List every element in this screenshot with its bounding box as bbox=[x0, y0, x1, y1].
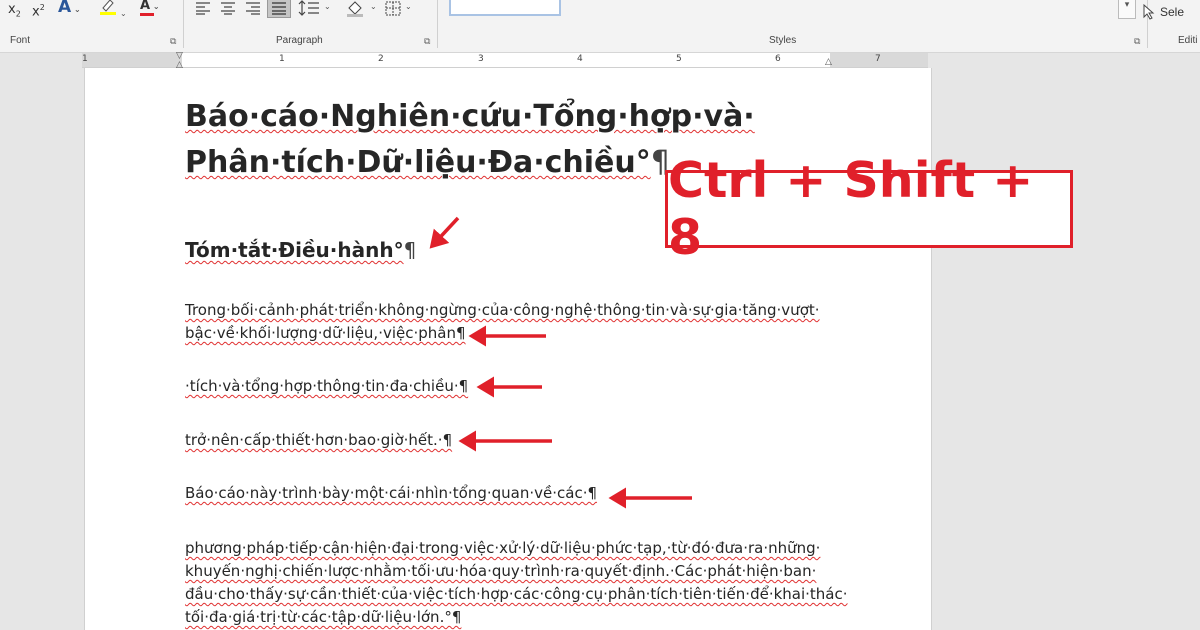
ruler-number: 5 bbox=[676, 54, 682, 64]
ruler-number: 3 bbox=[478, 54, 484, 64]
pilcrow-mark: ¶ bbox=[403, 238, 417, 262]
line-spacing-icon[interactable] bbox=[298, 0, 322, 16]
editing-group-label: Editi bbox=[1178, 35, 1198, 46]
font-dialog-launcher-icon[interactable]: ⧉ bbox=[170, 37, 176, 47]
styles-more-button[interactable]: ▾ bbox=[1118, 0, 1136, 19]
paragraph-3[interactable]: trở·nên·cấp·thiết·hơn·bao·giờ·hết.·¶ bbox=[185, 429, 835, 452]
shortcut-text: Ctrl + Shift + 8 bbox=[668, 152, 1034, 266]
superscript-button[interactable]: x2 bbox=[32, 0, 45, 20]
font-color-icon[interactable]: A ⌄ bbox=[140, 0, 160, 16]
align-center-icon[interactable] bbox=[220, 1, 236, 15]
paragraph-2[interactable]: ·tích·và·tổng·hợp·thông·tin·đa·chiều·¶ bbox=[185, 375, 835, 398]
heading-text: Tóm·tắt·Điều·hành° bbox=[185, 238, 404, 262]
heading-executive-summary[interactable]: Tóm·tắt·Điều·hành°¶ bbox=[185, 236, 416, 264]
ruler-number: 1 bbox=[82, 54, 88, 64]
ruler-number: 1 bbox=[279, 54, 285, 64]
highlight-pen-icon bbox=[100, 0, 116, 15]
font-group-label: Font bbox=[10, 35, 31, 46]
horizontal-ruler[interactable]: 1 1 2 3 4 5 6 7 ▽ △ △ bbox=[82, 51, 928, 70]
justify-icon bbox=[272, 2, 286, 15]
ruler-number: 6 bbox=[775, 54, 781, 64]
ribbon: x2 x2 A ⌄ ⌄ A ⌄ Font ⧉ ⌄ ⌄ ⌄ Paragraph ⧉… bbox=[0, 0, 1200, 53]
justify-button[interactable] bbox=[267, 0, 291, 18]
paragraph-5[interactable]: phương·pháp·tiếp·cận·hiện·đại·trong·việc… bbox=[185, 537, 848, 629]
select-button[interactable]: Sele bbox=[1143, 4, 1184, 20]
ruler-number: 7 bbox=[875, 54, 881, 64]
paragraph-4[interactable]: Báo·cáo·này·trình·bày·một·cái·nhìn·tổng·… bbox=[185, 482, 835, 505]
highlight-icon[interactable]: ⌄ bbox=[98, 0, 127, 22]
style-gallery-item[interactable] bbox=[449, 0, 561, 16]
paragraph-group-label: Paragraph bbox=[276, 35, 323, 46]
ribbon-separator bbox=[437, 0, 438, 48]
ruler-number: 2 bbox=[378, 54, 384, 64]
ribbon-separator bbox=[183, 0, 184, 48]
paragraph-dialog-launcher-icon[interactable]: ⧉ bbox=[424, 37, 430, 47]
shading-icon[interactable] bbox=[345, 0, 365, 17]
styles-group-label: Styles bbox=[769, 35, 797, 46]
align-left-icon[interactable] bbox=[195, 1, 211, 15]
paragraph-1[interactable]: Trong·bối·cảnh·phát·triển·không·ngừng·củ… bbox=[185, 299, 835, 345]
styles-dialog-launcher-icon[interactable]: ⧉ bbox=[1134, 37, 1140, 47]
right-indent-marker[interactable]: △ bbox=[825, 57, 832, 67]
align-right-icon[interactable] bbox=[245, 1, 261, 15]
select-cursor-icon bbox=[1143, 4, 1155, 20]
text-effects-icon[interactable]: A ⌄ bbox=[58, 0, 81, 18]
borders-icon[interactable] bbox=[385, 1, 401, 16]
ruler-left-margin bbox=[82, 53, 182, 67]
subscript-button[interactable]: x2 bbox=[8, 2, 21, 23]
shortcut-callout: Ctrl + Shift + 8 bbox=[665, 152, 1073, 266]
ruler-number: 4 bbox=[577, 54, 583, 64]
